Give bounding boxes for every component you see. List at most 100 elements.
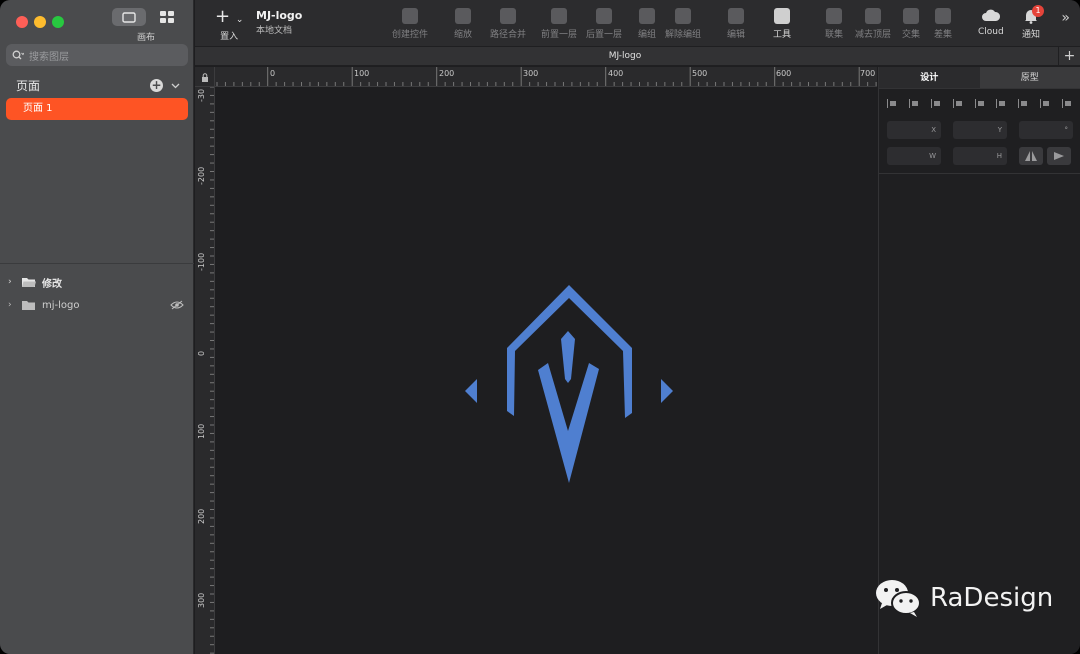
intersect-button[interactable]: 交集 bbox=[902, 8, 920, 40]
edit-button[interactable]: 编辑 bbox=[727, 8, 745, 40]
tools-icon bbox=[774, 8, 790, 24]
overflow-chevron-icon[interactable]: » bbox=[1061, 10, 1070, 26]
x-field[interactable]: X bbox=[887, 121, 941, 139]
inspector-tabs: 设计 原型 bbox=[879, 67, 1080, 89]
scale-button[interactable]: 缩放 bbox=[454, 8, 472, 40]
component-icon bbox=[402, 8, 418, 24]
logo-right-chevron bbox=[661, 379, 673, 403]
ruler-label: 100 bbox=[354, 69, 370, 78]
rotation-field[interactable]: ° bbox=[1019, 121, 1073, 139]
flip-vertical-button[interactable] bbox=[1047, 147, 1071, 165]
align-left-icon[interactable] bbox=[887, 99, 898, 108]
horizontal-ruler[interactable]: 0 100 200 300 400 500 600 700 bbox=[215, 67, 877, 87]
notifications-button[interactable]: 1 通知 bbox=[1022, 5, 1044, 40]
sidebar: 画布 搜索图层 页面 + 页面 1 › 修改 › mj-logo bbox=[0, 0, 194, 654]
group-button[interactable]: 编组 bbox=[638, 8, 656, 40]
align-top-icon[interactable] bbox=[1018, 99, 1029, 108]
flip-horizontal-button[interactable] bbox=[1019, 147, 1043, 165]
flip-vertical-icon bbox=[1054, 152, 1064, 160]
pages-heading: 页面 bbox=[16, 79, 41, 93]
subtract-icon bbox=[865, 8, 881, 24]
search-icon bbox=[12, 50, 24, 60]
add-page-icon[interactable]: + bbox=[150, 79, 163, 92]
document-subtitle: 本地文档 bbox=[256, 26, 293, 36]
zoom-window-button[interactable] bbox=[52, 16, 64, 28]
design-canvas[interactable] bbox=[216, 88, 877, 654]
tool-label: Cloud bbox=[978, 27, 1004, 37]
layer-search-input[interactable]: 搜索图层 bbox=[6, 44, 188, 66]
tools-menu-button[interactable]: 工具 bbox=[773, 8, 791, 40]
tool-label: 解除编组 bbox=[665, 30, 702, 40]
ruler-label: 700 bbox=[860, 69, 876, 78]
ruler-label: 0 bbox=[270, 69, 276, 78]
ruler-label: -200 bbox=[197, 166, 206, 185]
send-backward-button[interactable]: 后置一层 bbox=[586, 8, 622, 40]
align-bottom-icon[interactable] bbox=[996, 99, 1007, 108]
tool-label: 联集 bbox=[825, 30, 844, 40]
minimize-window-button[interactable] bbox=[34, 16, 46, 28]
chevron-down-icon[interactable] bbox=[171, 83, 180, 89]
distribute-h-icon[interactable] bbox=[930, 99, 942, 108]
align-center-h-icon[interactable] bbox=[908, 99, 920, 108]
tool-label: 编辑 bbox=[727, 30, 746, 40]
cloud-button[interactable]: Cloud bbox=[978, 8, 1004, 37]
distribute-v-icon[interactable] bbox=[1062, 99, 1073, 108]
notification-badge: 1 bbox=[1032, 5, 1044, 17]
width-field[interactable]: W bbox=[887, 147, 941, 165]
mj-logo-artwork[interactable] bbox=[462, 283, 676, 483]
path-join-icon bbox=[500, 8, 516, 24]
ruler-label: 300 bbox=[523, 69, 539, 78]
ruler-label: 200 bbox=[439, 69, 455, 78]
height-field[interactable]: H bbox=[953, 147, 1007, 165]
tool-label: 交集 bbox=[902, 30, 921, 40]
tab-prototype[interactable]: 原型 bbox=[979, 67, 1080, 88]
align-middle-icon[interactable] bbox=[974, 99, 986, 108]
align-right-icon[interactable] bbox=[952, 99, 964, 108]
alignment-toolbar bbox=[887, 99, 1073, 108]
ruler-label: 500 bbox=[692, 69, 708, 78]
chevron-right-icon[interactable]: › bbox=[8, 300, 18, 310]
difference-icon bbox=[935, 8, 951, 24]
tool-label: 路径合并 bbox=[490, 30, 527, 40]
document-tab-strip: MJ-logo + bbox=[195, 46, 1080, 66]
union-icon bbox=[826, 8, 842, 24]
bring-forward-button[interactable]: 前置一层 bbox=[541, 8, 577, 40]
watermark-text: RaDesign bbox=[930, 583, 1054, 613]
tab-design[interactable]: 设计 bbox=[879, 67, 980, 88]
align-center-v-icon[interactable] bbox=[1040, 99, 1051, 108]
chevron-right-icon[interactable]: › bbox=[8, 277, 18, 287]
folder-icon bbox=[22, 300, 35, 310]
lock-icon bbox=[202, 73, 208, 82]
page-item-active[interactable]: 页面 1 bbox=[6, 98, 188, 120]
ruler-label: 100 bbox=[197, 423, 206, 439]
wechat-icon bbox=[876, 580, 921, 617]
canvas-view-toggle[interactable] bbox=[112, 8, 146, 26]
document-tab[interactable]: MJ-logo bbox=[195, 47, 1055, 65]
inspector-divider bbox=[879, 173, 1080, 174]
intersect-icon bbox=[903, 8, 919, 24]
layer-row[interactable]: › mj-logo bbox=[8, 296, 184, 314]
grid-view-toggle[interactable] bbox=[150, 8, 184, 26]
layer-row[interactable]: › 修改 bbox=[8, 273, 184, 291]
path-join-button[interactable]: 路径合并 bbox=[490, 8, 526, 40]
subtract-button[interactable]: 减去顶层 bbox=[855, 8, 891, 40]
tool-label: 缩放 bbox=[454, 30, 473, 40]
union-button[interactable]: 联集 bbox=[825, 8, 843, 40]
ruler-corner[interactable] bbox=[195, 67, 215, 87]
difference-button[interactable]: 差集 bbox=[934, 8, 952, 40]
y-field[interactable]: Y bbox=[953, 121, 1007, 139]
tool-label: 减去顶层 bbox=[855, 30, 892, 40]
create-component-button[interactable]: 创建控件 bbox=[392, 8, 428, 40]
vertical-ruler[interactable]: -30 -200 -100 0 100 200 300 bbox=[195, 87, 215, 654]
app-window: 画布 搜索图层 页面 + 页面 1 › 修改 › mj-logo + ⌄ 置入 … bbox=[0, 0, 1080, 654]
pages-header: 页面 + bbox=[16, 77, 180, 94]
group-icon bbox=[639, 8, 655, 24]
ungroup-button[interactable]: 解除编组 bbox=[665, 8, 701, 40]
close-window-button[interactable] bbox=[16, 16, 28, 28]
insert-button[interactable]: + ⌄ 置入 bbox=[215, 8, 243, 43]
inspector-panel: 设计 原型 X Y ° W H bbox=[878, 67, 1080, 654]
hidden-eye-icon[interactable] bbox=[170, 300, 184, 310]
add-tab-button[interactable]: + bbox=[1058, 47, 1080, 65]
ruler-label: 200 bbox=[197, 508, 206, 524]
grid-icon bbox=[160, 11, 174, 23]
